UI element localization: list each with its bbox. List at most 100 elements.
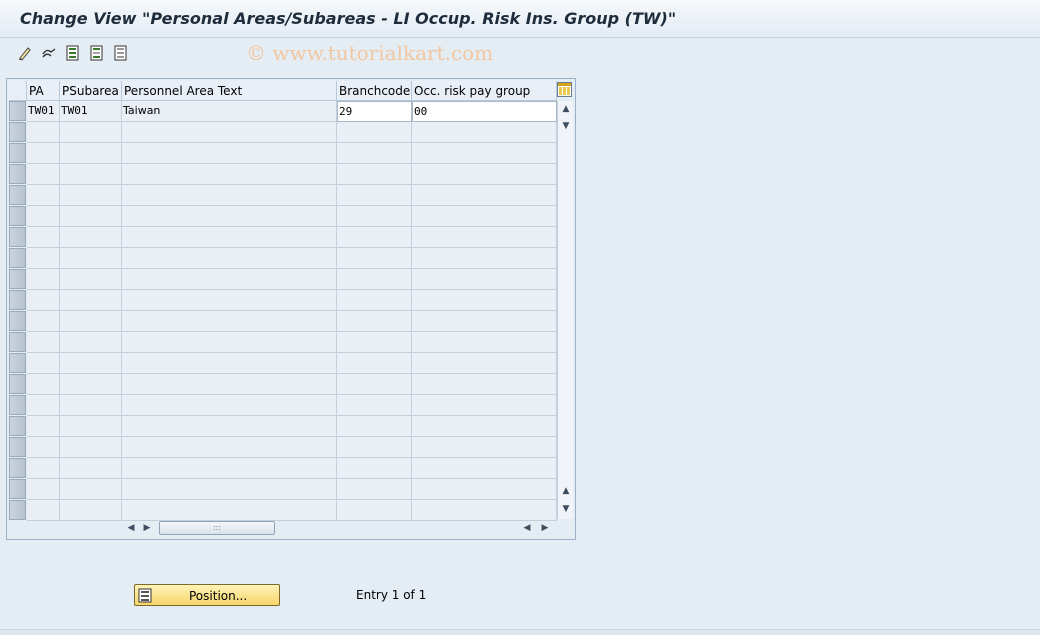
row-selector[interactable]	[9, 500, 26, 520]
column-header[interactable]: PA	[27, 81, 60, 101]
empty-cell	[60, 500, 122, 521]
empty-cell	[412, 395, 557, 416]
empty-cell	[337, 374, 412, 395]
row-selector[interactable]	[9, 416, 26, 436]
empty-cell	[412, 248, 557, 269]
row-selector[interactable]	[9, 143, 26, 163]
empty-cell	[122, 458, 337, 479]
empty-cell	[337, 395, 412, 416]
column-header[interactable]: Occ. risk pay group	[412, 81, 557, 101]
empty-cell	[122, 311, 337, 332]
empty-cell	[122, 269, 337, 290]
empty-cell	[122, 500, 337, 521]
row-selector[interactable]	[9, 374, 26, 394]
empty-cell	[27, 290, 60, 311]
table-cell[interactable]: 00	[412, 101, 557, 122]
scroll-down-icon[interactable]: ▼	[558, 501, 574, 517]
empty-cell	[412, 185, 557, 206]
empty-cell	[60, 479, 122, 500]
scroll-left-icon[interactable]: ◀	[123, 520, 139, 536]
row-selector[interactable]	[9, 437, 26, 457]
empty-cell	[122, 416, 337, 437]
empty-cell	[412, 332, 557, 353]
empty-cell	[60, 290, 122, 311]
column-header[interactable]: Personnel Area Text	[122, 81, 337, 101]
row-selector[interactable]	[9, 185, 26, 205]
empty-cell	[122, 437, 337, 458]
column-settings-icon[interactable]	[557, 82, 572, 97]
empty-cell	[60, 227, 122, 248]
title-bar: Change View "Personal Areas/Subareas - L…	[0, 0, 1040, 38]
empty-cell	[122, 122, 337, 143]
empty-cell	[337, 332, 412, 353]
empty-cell	[337, 227, 412, 248]
row-selector[interactable]	[9, 332, 26, 352]
row-selector[interactable]	[9, 311, 26, 331]
select-all-rows-header[interactable]	[9, 81, 27, 101]
empty-cell	[60, 395, 122, 416]
select-all-icon[interactable]	[64, 44, 82, 62]
vertical-scrollbar[interactable]: ▲ ▼ ▲ ▼	[557, 101, 573, 519]
row-selector[interactable]	[9, 164, 26, 184]
empty-cell	[27, 479, 60, 500]
row-selector[interactable]	[9, 101, 26, 121]
edit-pencil-icon[interactable]	[16, 44, 34, 62]
empty-cell	[27, 353, 60, 374]
page-up-icon[interactable]: ▲	[558, 483, 574, 499]
row-selector[interactable]	[9, 122, 26, 142]
position-button-label: Position...	[189, 589, 248, 603]
scroll-right-end-icon[interactable]: ▶	[537, 520, 553, 536]
row-selector[interactable]	[9, 479, 26, 499]
select-block-icon[interactable]	[88, 44, 106, 62]
empty-cell	[337, 416, 412, 437]
empty-cell	[412, 311, 557, 332]
row-selector[interactable]	[9, 206, 26, 226]
empty-cell	[337, 353, 412, 374]
row-selector[interactable]	[9, 248, 26, 268]
table-cell[interactable]: 29	[337, 101, 412, 122]
empty-cell	[60, 437, 122, 458]
row-selector[interactable]	[9, 458, 26, 478]
position-button[interactable]: Position...	[134, 584, 280, 606]
empty-cell	[337, 269, 412, 290]
column-header[interactable]: PSubarea	[60, 81, 122, 101]
row-selector[interactable]	[9, 227, 26, 247]
empty-cell	[122, 353, 337, 374]
empty-cell	[337, 206, 412, 227]
empty-cell	[337, 122, 412, 143]
scroll-up-icon[interactable]: ▲	[558, 101, 574, 117]
empty-cell	[27, 269, 60, 290]
empty-cell	[60, 353, 122, 374]
empty-cell	[337, 290, 412, 311]
other-entry-icon[interactable]	[40, 44, 58, 62]
empty-cell	[60, 185, 122, 206]
empty-cell	[337, 437, 412, 458]
row-selector[interactable]	[9, 290, 26, 310]
empty-cell	[337, 248, 412, 269]
empty-cell	[412, 122, 557, 143]
scroll-right-icon[interactable]: ▶	[139, 520, 155, 536]
empty-cell	[412, 458, 557, 479]
empty-cell	[122, 374, 337, 395]
scroll-thumb[interactable]: :::	[159, 521, 275, 535]
empty-cell	[412, 206, 557, 227]
horizontal-scrollbar[interactable]: ◀ ▶ ::: ◀ ▶	[123, 520, 555, 536]
empty-cell	[337, 185, 412, 206]
empty-cell	[27, 185, 60, 206]
page-down-icon[interactable]: ▼	[558, 118, 574, 134]
empty-cell	[27, 206, 60, 227]
deselect-all-icon[interactable]	[112, 44, 130, 62]
empty-cell	[122, 143, 337, 164]
empty-cell	[412, 437, 557, 458]
empty-cell	[122, 164, 337, 185]
empty-cell	[122, 206, 337, 227]
empty-cell	[122, 395, 337, 416]
row-selector[interactable]	[9, 353, 26, 373]
row-selector[interactable]	[9, 395, 26, 415]
row-selector[interactable]	[9, 269, 26, 289]
empty-cell	[337, 311, 412, 332]
table-cell: Taiwan	[122, 101, 337, 122]
empty-cell	[412, 353, 557, 374]
column-header[interactable]: Branchcode	[337, 81, 412, 101]
scroll-left-end-icon[interactable]: ◀	[519, 520, 535, 536]
